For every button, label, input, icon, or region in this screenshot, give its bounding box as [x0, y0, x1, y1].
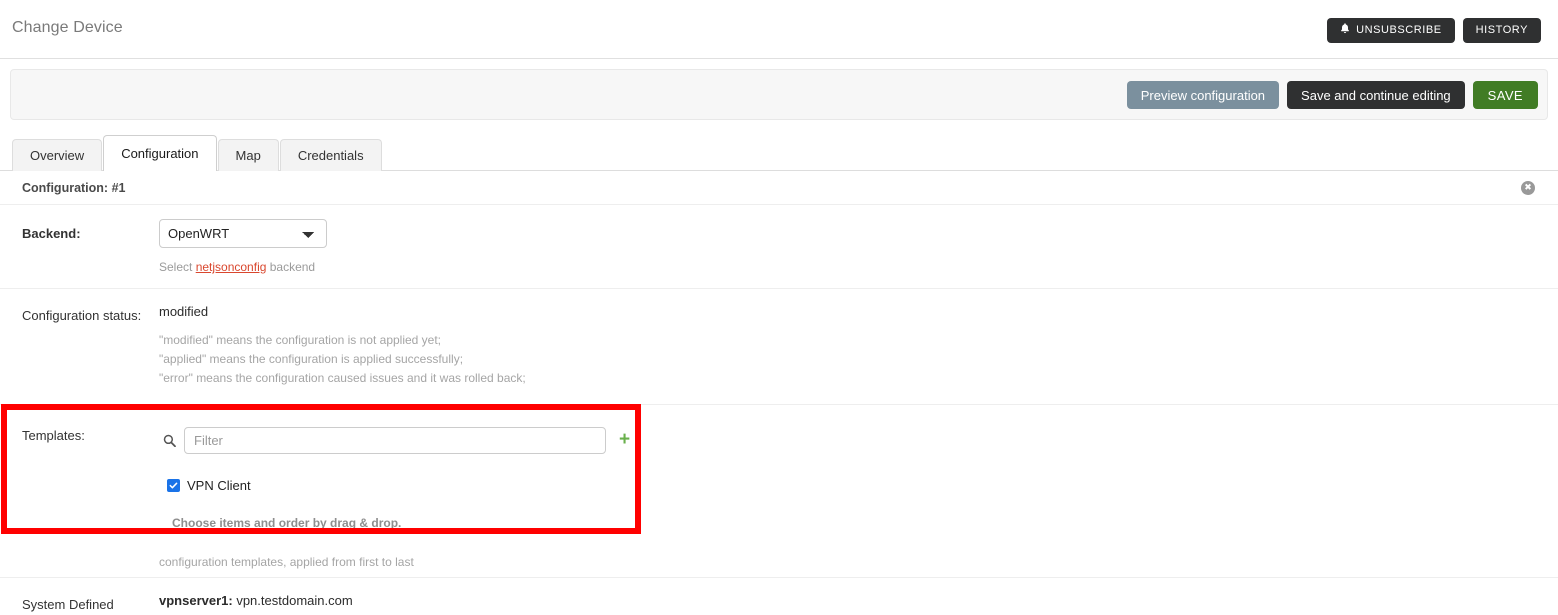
- header-actions: UNSUBSCRIBE HISTORY: [1327, 18, 1541, 43]
- preview-configuration-button[interactable]: Preview configuration: [1126, 81, 1280, 109]
- configuration-section-header: Configuration: #1 ✖: [0, 171, 1558, 205]
- templates-filter-line: +: [159, 426, 1558, 454]
- tab-bar: Overview Configuration Map Credentials: [0, 135, 1558, 171]
- template-checkbox-vpn-client[interactable]: [167, 478, 180, 492]
- templates-help-text: configuration templates, applied from fi…: [159, 554, 414, 569]
- backend-label: Backend:: [22, 226, 81, 241]
- save-and-continue-label: Save and continue editing: [1301, 87, 1451, 103]
- unsubscribe-button[interactable]: UNSUBSCRIBE: [1327, 18, 1455, 43]
- status-help-line-modified: "modified" means the configuration is no…: [159, 333, 442, 347]
- status-help-line-error: "error" means the configuration caused i…: [159, 370, 526, 385]
- tab-configuration-label: Configuration: [121, 146, 199, 161]
- submit-toolbar: Preview configuration Save and continue …: [10, 69, 1548, 120]
- system-variable-key: vpnserver1:: [159, 592, 233, 608]
- templates-filter-input[interactable]: [184, 426, 606, 454]
- backend-help-prefix: Select: [159, 260, 196, 274]
- search-icon: [159, 434, 179, 447]
- page-header: Change Device UNSUBSCRIBE HISTORY: [0, 0, 1558, 59]
- backend-help-suffix: backend: [266, 260, 316, 274]
- netjsonconfig-link[interactable]: netjsonconfig: [196, 260, 267, 274]
- template-name-label: VPN Client: [187, 477, 251, 493]
- system-defined-variables-row: System Defined Variables: vpnserver1: vp…: [0, 578, 1558, 615]
- change-device-page: Change Device UNSUBSCRIBE HISTORY Previe…: [0, 0, 1558, 615]
- configuration-section-title: Configuration: #1: [22, 180, 126, 195]
- system-variable-value: vpn.testdomain.com: [232, 592, 353, 608]
- history-button[interactable]: HISTORY: [1462, 18, 1541, 43]
- save-button[interactable]: SAVE: [1472, 81, 1538, 109]
- toolbar-actions: Preview configuration Save and continue …: [1126, 81, 1538, 109]
- preview-configuration-label: Preview configuration: [1140, 87, 1266, 103]
- page-title: Change Device: [12, 19, 123, 36]
- save-label: SAVE: [1487, 87, 1523, 103]
- unsubscribe-label: UNSUBSCRIBE: [1356, 24, 1442, 36]
- backend-row: Backend: OpenWRT Select netjsonconfig ba…: [0, 205, 1558, 289]
- plus-icon[interactable]: +: [619, 430, 630, 449]
- tab-overview[interactable]: Overview: [12, 139, 103, 171]
- template-list-item[interactable]: VPN Client: [159, 478, 1558, 493]
- tab-configuration[interactable]: Configuration: [103, 135, 217, 171]
- configuration-status-help: "modified" means the configuration is no…: [159, 331, 1558, 388]
- tab-map-label: Map: [235, 148, 261, 163]
- configuration-status-label: Configuration status:: [22, 308, 142, 323]
- templates-drag-drop-hint: Choose items and order by drag & drop.: [172, 515, 402, 530]
- configuration-status-row: Configuration status: modified "modified…: [0, 289, 1558, 405]
- configuration-status-value: modified: [159, 304, 209, 319]
- tab-overview-label: Overview: [30, 148, 85, 163]
- system-variable-entry: vpnserver1: vpn.testdomain.com: [159, 593, 1558, 608]
- system-defined-variables-field: vpnserver1: vpn.testdomain.com: [159, 578, 1558, 615]
- close-circle-icon[interactable]: ✖: [1521, 180, 1535, 195]
- history-label: HISTORY: [1475, 24, 1528, 36]
- bell-icon: [1340, 23, 1350, 37]
- configuration-status-field: modified "modified" means the configurat…: [159, 289, 1558, 404]
- tab-credentials-label: Credentials: [297, 148, 364, 163]
- backend-field: OpenWRT Select netjsonconfig backend: [159, 205, 1558, 288]
- save-and-continue-button[interactable]: Save and continue editing: [1287, 81, 1465, 109]
- backend-select[interactable]: OpenWRT: [159, 219, 327, 248]
- templates-field: + VPN Client Choose items and order by d…: [159, 405, 1558, 577]
- tab-map[interactable]: Map: [217, 139, 279, 171]
- status-help-line-applied: "applied" means the configuration is app…: [159, 351, 464, 366]
- templates-label: Templates:: [22, 427, 85, 443]
- system-defined-variables-label: System Defined Variables:: [22, 596, 114, 615]
- templates-row: Templates: + VPN Client: [0, 403, 1558, 578]
- tab-credentials[interactable]: Credentials: [279, 139, 382, 171]
- backend-help: Select netjsonconfig backend: [159, 260, 1558, 274]
